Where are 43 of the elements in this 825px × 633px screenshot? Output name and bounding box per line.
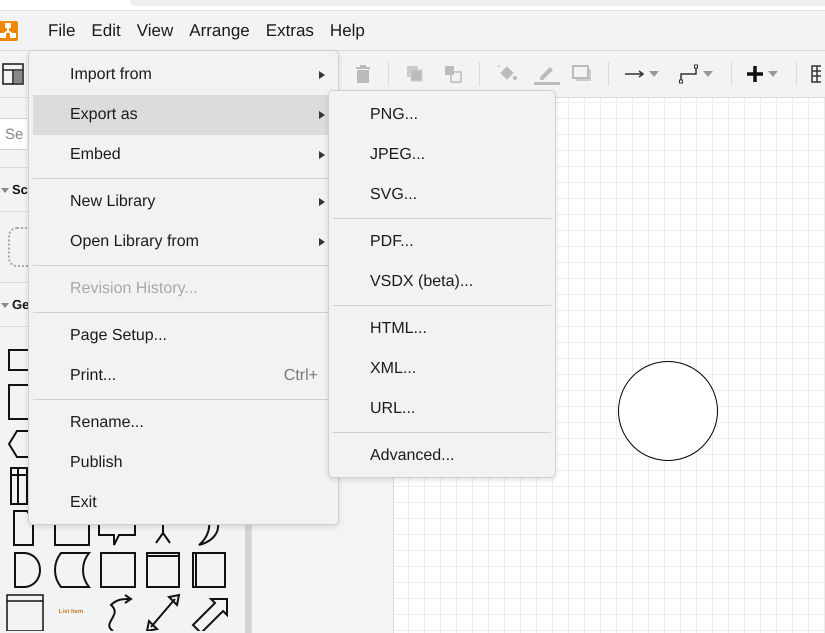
layout-panel-icon[interactable] [2, 63, 24, 85]
menu-bar-item[interactable]: Extras [258, 18, 322, 42]
expand-arrow-icon [1, 300, 9, 309]
submenu-arrow-icon [318, 71, 326, 79]
shortcut-text: Ctrl+ [284, 367, 318, 385]
app-logo-icon [0, 20, 18, 40]
menu-bar-item[interactable]: Help [322, 18, 373, 42]
submenu-arrow-icon [318, 238, 326, 246]
menu-item[interactable]: Exit [33, 483, 334, 523]
menu-bar-item[interactable]: View [128, 18, 182, 42]
submenu-arrow-icon [318, 151, 326, 159]
table-icon[interactable] [811, 65, 821, 83]
menu-item[interactable]: SVG... [333, 175, 551, 215]
expand-arrow-icon [1, 186, 9, 194]
search-field[interactable]: Se [0, 118, 27, 150]
menu-item[interactable]: HTML... [333, 309, 551, 349]
menu-item[interactable]: PNG... [333, 95, 551, 135]
section-title[interactable]: Sc [12, 182, 28, 198]
menu-item[interactable]: Advanced... [333, 436, 551, 476]
submenu-arrow-icon [318, 111, 326, 119]
caret-icon[interactable] [768, 71, 778, 77]
container-shape-icon[interactable] [189, 551, 229, 589]
plus-icon[interactable] [746, 65, 764, 83]
square-shape-icon[interactable] [97, 551, 137, 589]
menu-item[interactable]: XML... [333, 349, 551, 389]
submenu-arrow-icon [318, 198, 326, 206]
section-title[interactable]: Ge [12, 297, 30, 312]
menu-item[interactable]: VSDX (beta)... [333, 262, 551, 302]
stored-data-shape-icon[interactable] [51, 551, 91, 589]
menu-item[interactable]: URL... [333, 389, 551, 429]
menu-item[interactable]: PDF... [333, 222, 551, 262]
menu-item[interactable]: JPEG... [333, 135, 551, 175]
arrow-icon[interactable] [625, 69, 645, 79]
waypoint-icon[interactable] [679, 64, 699, 84]
menu-item[interactable]: Import from [33, 55, 334, 95]
menu-bar-item[interactable]: File [40, 18, 84, 42]
menu-bar-item[interactable]: Arrange [181, 18, 258, 42]
container-shape-icon[interactable] [143, 551, 183, 589]
double-arrow-icon[interactable] [143, 593, 183, 631]
list-shape-icon[interactable] [5, 593, 45, 631]
menu-bar-item[interactable]: Edit [83, 18, 129, 42]
caret-icon[interactable] [649, 71, 659, 77]
caret-icon[interactable] [703, 71, 713, 77]
